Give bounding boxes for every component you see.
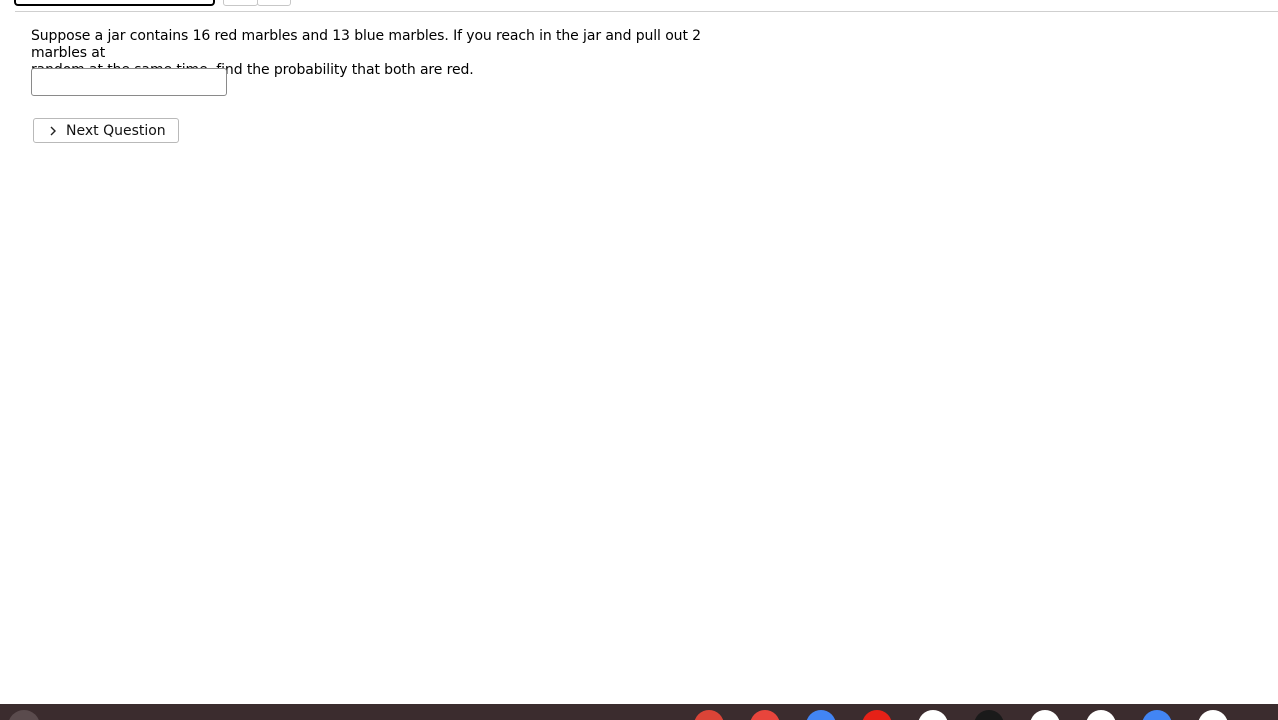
- app-icon[interactable]: [1142, 710, 1172, 720]
- gmail-icon[interactable]: [750, 710, 780, 720]
- play-store-icon[interactable]: [918, 710, 948, 720]
- docs-icon[interactable]: [806, 710, 836, 720]
- answer-input[interactable]: [31, 68, 227, 96]
- app-icon[interactable]: [1030, 710, 1060, 720]
- top-divider: [15, 11, 1278, 12]
- chrome-icon[interactable]: [694, 710, 724, 720]
- youtube-icon[interactable]: [862, 710, 892, 720]
- launcher-icon[interactable]: [8, 710, 40, 720]
- app-icon[interactable]: [1086, 710, 1116, 720]
- question-line-1: Suppose a jar contains 16 red marbles an…: [31, 28, 701, 61]
- top-button-right[interactable]: [257, 0, 291, 6]
- top-button-left[interactable]: [223, 0, 258, 6]
- chevron-right-icon: [50, 126, 56, 135]
- page: Suppose a jar contains 16 red marbles an…: [0, 0, 1278, 720]
- app-icon[interactable]: [974, 710, 1004, 720]
- top-input-field[interactable]: [14, 0, 215, 6]
- next-question-button[interactable]: Next Question: [33, 118, 179, 143]
- next-question-label: Next Question: [66, 122, 166, 139]
- sheets-icon[interactable]: [1198, 710, 1228, 720]
- taskbar: [0, 704, 1278, 720]
